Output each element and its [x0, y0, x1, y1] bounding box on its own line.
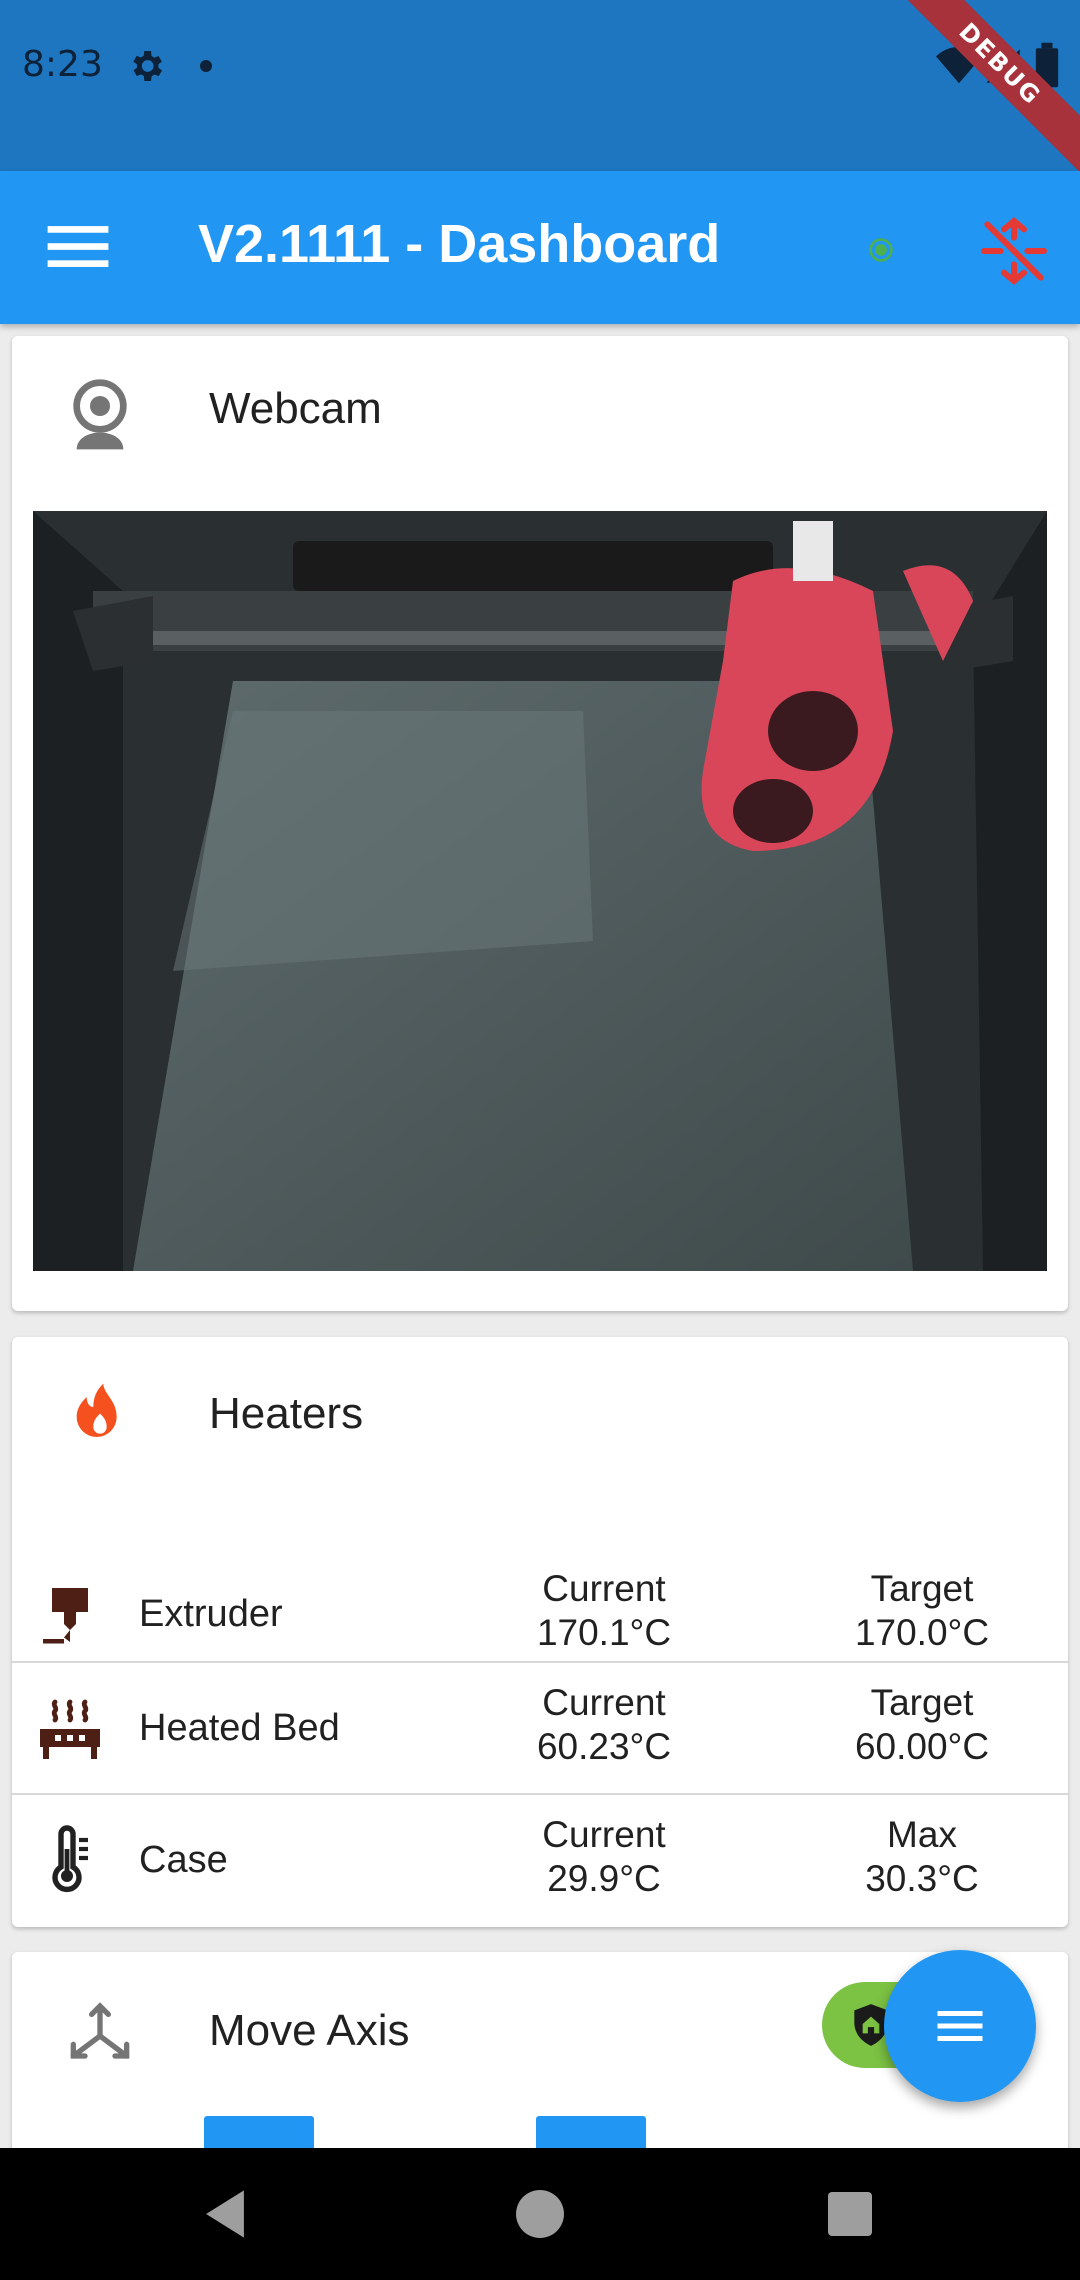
heater-target-value: 60.00°C: [854, 1726, 990, 1767]
home-icon[interactable]: [516, 2190, 564, 2238]
app-bar: V2.1111 - Dashboard: [0, 171, 1080, 324]
heater-max-label: Max: [887, 1814, 957, 1855]
gear-icon: [133, 51, 162, 81]
move-axis-title: Move Axis: [209, 2006, 410, 2055]
heater-name: Case: [139, 1839, 228, 1881]
heater-current-label: Current: [542, 1568, 666, 1609]
heater-current: Current 29.9°C: [474, 1813, 734, 1901]
heater-target: Target 170.0°C: [792, 1567, 1052, 1655]
fab-menu-button[interactable]: [884, 1950, 1036, 2102]
status-time: 8:23: [22, 44, 103, 85]
heater-current-label: Current: [542, 1682, 666, 1723]
webcam-title: Webcam: [209, 384, 382, 433]
page-title: V2.1111 - Dashboard: [198, 214, 721, 274]
thermometer-icon: [52, 1825, 88, 1893]
webcam-icon: [73, 379, 127, 450]
heater-row-heated-bed[interactable]: Heated Bed Current 60.23°C Target 60.00°…: [12, 1661, 1068, 1793]
menu-icon: [937, 2011, 983, 2041]
fire-icon: [76, 1383, 117, 1437]
heater-current: Current 60.23°C: [474, 1681, 734, 1769]
notification-dot-icon: [200, 60, 212, 72]
webcam-image: [33, 511, 1047, 1271]
webcam-stream[interactable]: [33, 511, 1047, 1271]
heater-current-value: 170.1°C: [536, 1612, 672, 1653]
heated-bed-icon: [40, 1699, 100, 1759]
heater-name: Extruder: [139, 1593, 283, 1635]
heater-max-value: 30.3°C: [865, 1858, 979, 1899]
network-off-icon[interactable]: [974, 211, 1054, 291]
heater-target: Target 60.00°C: [792, 1681, 1052, 1769]
heater-current-label: Current: [542, 1814, 666, 1855]
heater-name: Heated Bed: [139, 1707, 340, 1749]
menu-icon[interactable]: [40, 217, 116, 277]
axis-step-button[interactable]: [204, 2116, 314, 2152]
heater-current-value: 29.9°C: [547, 1858, 661, 1899]
heater-row-case[interactable]: Case Current 29.9°C Max 30.3°C: [12, 1793, 1068, 1925]
system-nav-bar: [0, 2148, 1080, 2280]
heater-target-value: 170.0°C: [854, 1612, 990, 1653]
status-bar: 8:23 DEBUG: [0, 0, 1080, 185]
heater-current: Current 170.1°C: [474, 1567, 734, 1655]
connection-status-icon: [869, 238, 893, 262]
axis-step-button[interactable]: [536, 2116, 646, 2152]
heater-max: Max 30.3°C: [792, 1813, 1052, 1901]
heaters-card: Heaters Extruder Current 170.1°C Target …: [12, 1337, 1068, 1927]
heater-current-value: 60.23°C: [536, 1726, 672, 1767]
recents-icon[interactable]: [828, 2192, 872, 2236]
heaters-title: Heaters: [209, 1389, 364, 1438]
heater-target-label: Target: [870, 1682, 974, 1723]
axis-arrows-icon: [70, 2002, 130, 2059]
extruder-icon: [43, 1588, 88, 1644]
back-icon[interactable]: [200, 2188, 250, 2240]
heater-target-label: Target: [870, 1568, 974, 1609]
debug-banner: DEBUG: [879, 0, 1080, 185]
webcam-card: Webcam: [12, 336, 1068, 1311]
